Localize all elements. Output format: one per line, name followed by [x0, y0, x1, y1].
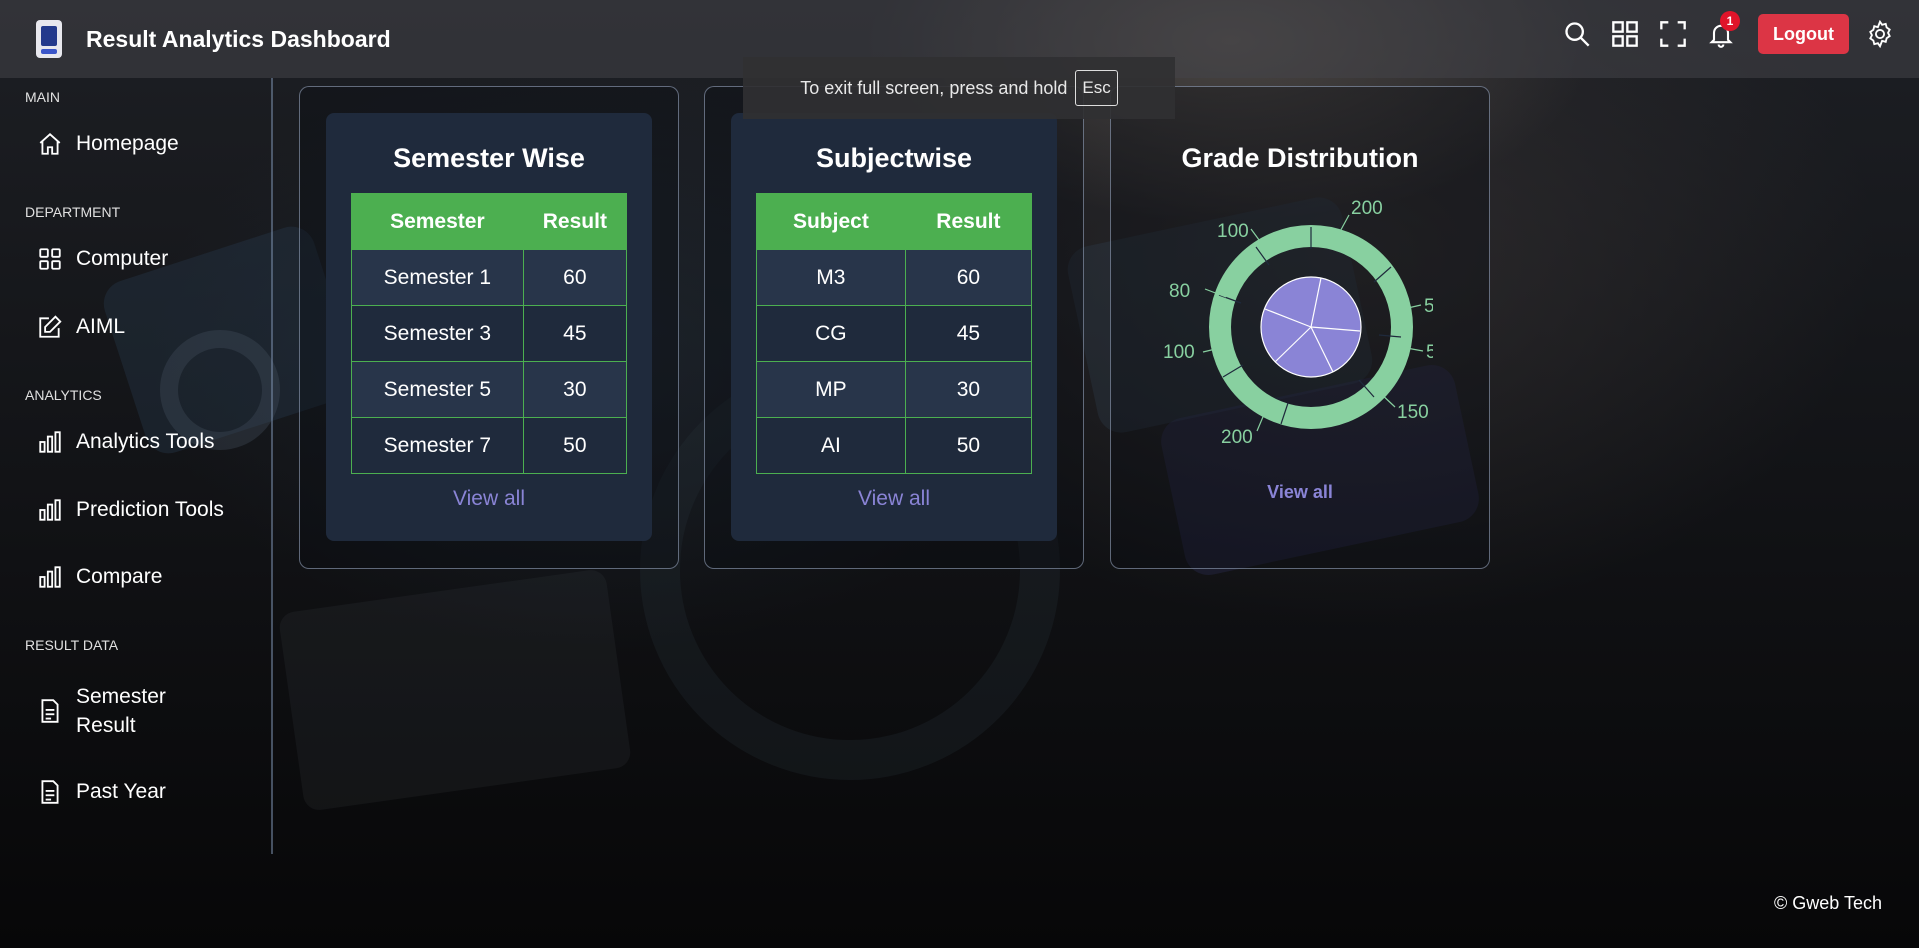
- ring-label: 200: [1351, 198, 1383, 219]
- notification-badge: 1: [1720, 11, 1741, 31]
- table-row: AI 50: [756, 417, 1033, 474]
- semester-result-table: Semester Result Semester 1 60 Semester 3…: [351, 193, 628, 474]
- sidebar-section-main: MAIN: [25, 89, 60, 105]
- table-cell: Semester 7: [351, 417, 524, 474]
- sidebar-item-label: Analytics Tools: [76, 430, 215, 453]
- sidebar-item-compare[interactable]: Compare: [36, 563, 162, 591]
- sidebar-item-label: Compare: [76, 565, 163, 588]
- semester-wise-panel: Semester Wise Semester Result Semester 1…: [326, 113, 652, 541]
- bar-chart-icon: [36, 428, 64, 456]
- table-cell: 60: [904, 249, 1033, 306]
- sidebar-item-label: Prediction Tools: [76, 498, 224, 521]
- grade-distribution-card: Grade Distribution 200 100 50 5 150 200 …: [1110, 86, 1490, 569]
- search-icon[interactable]: [1560, 17, 1594, 51]
- sidebar-item-prediction-tools[interactable]: Prediction Tools: [36, 496, 224, 524]
- sidebar-section-department: DEPARTMENT: [25, 204, 121, 220]
- ring-label: 100: [1217, 221, 1249, 242]
- ring-label: 50: [1426, 342, 1441, 363]
- sidebar-item-label: Homepage: [76, 132, 179, 155]
- document-icon: [36, 697, 64, 725]
- sidebar-item-label: Computer: [76, 247, 169, 270]
- apps-grid-icon[interactable]: [1608, 17, 1642, 51]
- toast-esc-key: Esc: [1075, 70, 1118, 106]
- table-cell: AI: [756, 417, 906, 474]
- table-cell: Semester 1: [351, 249, 524, 306]
- notification-bell-icon[interactable]: 1: [1704, 11, 1741, 51]
- table-cell: Semester 3: [351, 305, 524, 362]
- column-header: Semester: [351, 193, 524, 250]
- sidebar-item-label: Past Year: [76, 780, 166, 803]
- table-row: Semester 5 30: [351, 361, 628, 418]
- table-cell: 30: [904, 361, 1033, 418]
- sidebar-item-past-year[interactable]: Past Year: [36, 778, 166, 806]
- card-title: Subjectwise: [815, 143, 973, 173]
- bar-chart-icon: [36, 496, 64, 524]
- app-title: Result Analytics Dashboard: [86, 25, 391, 52]
- toast-text: To exit full screen, press and hold: [800, 77, 1068, 98]
- fullscreen-icon[interactable]: [1656, 17, 1690, 51]
- table-row: Semester 1 60: [351, 249, 628, 306]
- sidebar-section-analytics: ANALYTICS: [25, 387, 102, 403]
- card-title: Grade Distribution: [1181, 143, 1419, 173]
- ring-label: 80: [1169, 281, 1190, 302]
- table-cell: 45: [522, 305, 628, 362]
- table-row: MP 30: [756, 361, 1033, 418]
- home-icon: [36, 130, 64, 158]
- edit-icon: [36, 313, 64, 341]
- grid-icon: [36, 245, 64, 273]
- table-cell: 45: [904, 305, 1033, 362]
- view-all-link[interactable]: View all: [326, 487, 652, 511]
- ring-label: 50: [1424, 296, 1441, 317]
- ring-label: 100: [1163, 342, 1195, 363]
- sidebar-item-computer[interactable]: Computer: [36, 245, 168, 273]
- table-cell: CG: [756, 305, 906, 362]
- sidebar-item-analytics-tools[interactable]: Analytics Tools: [36, 428, 215, 456]
- bar-chart-icon: [36, 563, 64, 591]
- grade-distribution-donut-chart: 200 100 50 50 150 200 100 80: [1163, 198, 1441, 448]
- table-cell: M3: [756, 249, 906, 306]
- sidebar-item-homepage[interactable]: Homepage: [36, 130, 179, 158]
- app-logo[interactable]: [36, 20, 62, 58]
- view-all-link[interactable]: View all: [731, 487, 1057, 511]
- ring-label: 150: [1397, 402, 1429, 423]
- background-decoration: [277, 568, 633, 812]
- sidebar-section-result-data: RESULT DATA: [25, 637, 119, 653]
- table-cell: Semester 5: [351, 361, 524, 418]
- settings-gear-icon[interactable]: [1863, 17, 1897, 51]
- header-actions: 1 Logout: [1546, 11, 1897, 54]
- table-header-row: Subject Result: [756, 193, 1033, 250]
- table-cell: MP: [756, 361, 906, 418]
- view-all-link[interactable]: View all: [1111, 482, 1489, 503]
- sidebar-item-aiml[interactable]: AIML: [36, 313, 125, 341]
- sidebar: MAIN Homepage DEPARTMENT Computer AIML A…: [0, 78, 273, 854]
- sidebar-item-label: Semester Result: [76, 685, 166, 737]
- table-cell: 50: [522, 417, 628, 474]
- subjectwise-panel: Subjectwise Subject Result M3 60 CG 45 M…: [731, 113, 1057, 541]
- logout-button[interactable]: Logout: [1758, 14, 1849, 54]
- sidebar-item-label: AIML: [76, 315, 126, 338]
- table-cell: 60: [522, 249, 628, 306]
- column-header: Result: [904, 193, 1033, 250]
- table-cell: 30: [522, 361, 628, 418]
- table-row: M3 60: [756, 249, 1033, 306]
- column-header: Subject: [756, 193, 906, 250]
- document-icon: [36, 778, 64, 806]
- footer-copyright: © Gweb Tech: [1774, 893, 1882, 913]
- subjectwise-card: Subjectwise Subject Result M3 60 CG 45 M…: [704, 86, 1084, 569]
- column-header: Result: [522, 193, 628, 250]
- table-row: CG 45: [756, 305, 1033, 362]
- table-cell: 50: [904, 417, 1033, 474]
- ring-label: 200: [1221, 427, 1253, 448]
- fullscreen-exit-toast: To exit full screen, press and hold Esc: [743, 57, 1175, 119]
- table-row: Semester 7 50: [351, 417, 628, 474]
- subject-result-table: Subject Result M3 60 CG 45 MP 30 AI 50: [756, 193, 1033, 474]
- sidebar-item-semester-result[interactable]: Semester Result: [36, 682, 196, 740]
- table-row: Semester 3 45: [351, 305, 628, 362]
- card-title: Semester Wise: [393, 143, 585, 173]
- table-header-row: Semester Result: [351, 193, 628, 250]
- semester-wise-card: Semester Wise Semester Result Semester 1…: [299, 86, 679, 569]
